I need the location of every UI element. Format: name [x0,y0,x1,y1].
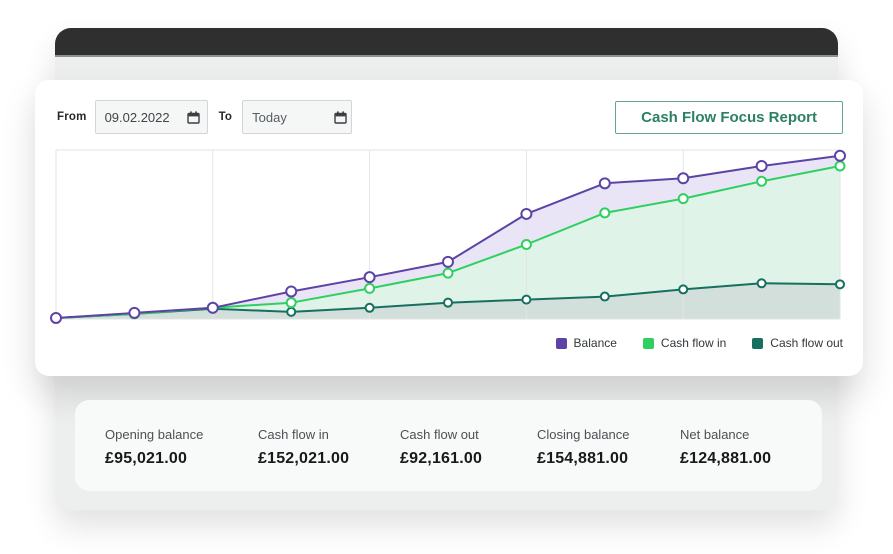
to-date-field[interactable] [242,100,353,134]
summary-value: £152,021.00 [258,450,350,467]
cash-flow-out-swatch-icon [752,337,764,349]
summary-cash-flow-out: Cash flow out £92,161.00 [400,427,482,468]
cashflow-chart [50,148,850,324]
from-date-field[interactable] [94,100,208,134]
summary-label: Closing balance [537,427,630,442]
summary-value: £124,881.00 [680,450,772,467]
summary-label: Net balance [680,427,750,442]
cashflow-chart-svg [50,149,846,324]
summary-closing-balance: Closing balance £154,881.00 [537,427,630,468]
page: From To Cash Flow Focus Report [0,0,893,554]
legend-label: Cash flow out [770,336,843,350]
legend-item-cash-flow-in: Cash flow in [642,336,727,350]
cashflow-card: From To Cash Flow Focus Report [35,80,863,376]
legend-item-cash-flow-out: Cash flow out [752,336,843,350]
summary-value: £95,021.00 [105,450,188,467]
summary-label: Cash flow in [258,427,329,442]
from-date-input[interactable] [104,109,187,125]
calendar-icon[interactable] [334,110,347,124]
legend-item-balance: Balance [555,336,617,350]
legend-label: Balance [573,336,617,350]
balance-swatch-icon [555,337,567,349]
summary-label: Opening balance [105,427,204,442]
summary-value: £92,161.00 [400,450,483,467]
to-date-input[interactable] [252,109,335,125]
window-titlebar [55,28,838,57]
from-label: From [57,111,87,123]
summary-card: Opening balance £95,021.00 Cash flow in … [75,400,822,491]
summary-net-balance: Net balance £124,881.00 [680,427,771,468]
chart-legend: Balance Cash flow in Cash flow out [555,336,843,350]
calendar-icon[interactable] [186,110,200,124]
summary-value: £154,881.00 [537,450,629,467]
date-range-controls: From To Cash Flow Focus Report [57,100,843,134]
cash-flow-in-swatch-icon [642,337,654,349]
cash-flow-focus-report-button[interactable]: Cash Flow Focus Report [615,100,843,134]
legend-label: Cash flow in [660,336,727,350]
summary-label: Cash flow out [400,427,479,442]
summary-cash-flow-in: Cash flow in £152,021.00 [258,427,349,468]
to-label: To [218,111,233,123]
summary-opening-balance: Opening balance £95,021.00 [105,427,203,468]
